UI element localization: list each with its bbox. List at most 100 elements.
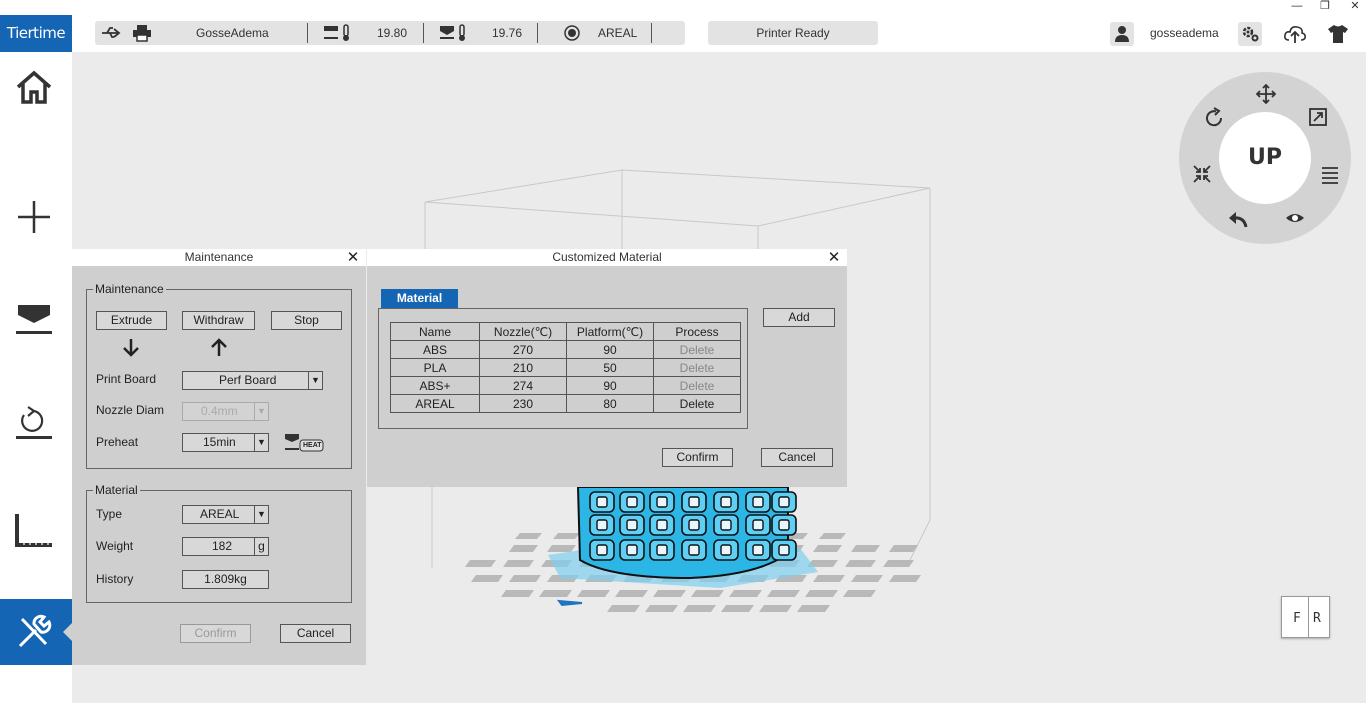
preheat-select[interactable]: 15min ▼	[182, 433, 269, 452]
print-board-select[interactable]: Perf Board ▼	[182, 371, 323, 390]
arrow-up-icon	[211, 338, 227, 356]
printer-status-badge: Printer Ready	[708, 21, 878, 45]
print-icon	[16, 305, 52, 334]
usb-icon[interactable]	[101, 24, 121, 42]
model-cell-hole	[626, 519, 638, 531]
view-cube-right[interactable]: R	[1313, 611, 1321, 626]
model-cell-hole	[596, 496, 608, 508]
sidebar-item-print[interactable]	[0, 286, 72, 352]
platform-tile	[721, 605, 754, 612]
platform-tile	[547, 545, 576, 552]
heat-button[interactable]: HEAT	[284, 433, 324, 453]
platform-temp-cell: 90	[566, 340, 654, 359]
restore-button[interactable]: ❐	[1310, 0, 1340, 15]
nozzle-diam-label: Nozzle Diam	[96, 403, 165, 417]
platform-tile	[515, 533, 542, 539]
up-center-button[interactable]: UP	[1219, 112, 1311, 204]
user-icon[interactable]	[1110, 22, 1134, 46]
shrink-icon[interactable]	[1190, 162, 1214, 186]
platform-tile	[653, 590, 686, 597]
platform-temp-value: 19.76	[492, 26, 523, 40]
platform-tile	[607, 605, 640, 612]
platform-temp-cell: 90	[566, 376, 654, 395]
move-icon[interactable]	[1254, 82, 1278, 106]
bottom-strip	[0, 703, 1366, 725]
view-cube-front[interactable]: F	[1293, 611, 1301, 626]
maintenance-cancel-button[interactable]: Cancel	[280, 624, 351, 643]
platform-temp-icon	[440, 24, 465, 41]
model-cell-hole	[656, 519, 668, 531]
column-nozzle-header: Nozzle(℃)	[479, 322, 567, 341]
platform-tile	[813, 575, 845, 582]
table-row[interactable]: ABS 270 90 Delete	[390, 340, 741, 359]
weight-input[interactable]: 182 g	[182, 537, 269, 556]
weight-value: 182	[212, 539, 233, 553]
nozzle-diam-value: 0.4mm	[201, 404, 238, 418]
sidebar-item-calibrate[interactable]	[0, 390, 72, 456]
add-material-button[interactable]: Add	[763, 308, 835, 327]
view-icon[interactable]	[1283, 206, 1307, 230]
platform-tile	[797, 605, 830, 612]
rotate-icon[interactable]	[1202, 106, 1226, 130]
print-board-value: Perf Board	[219, 373, 277, 387]
sidebar-item-home[interactable]	[0, 54, 72, 120]
customized-material-close-button[interactable]: ✕	[827, 249, 841, 266]
platform-tile	[889, 575, 921, 582]
material-confirm-button[interactable]: Confirm	[662, 448, 733, 467]
platform-tile	[883, 560, 914, 567]
platform-tile	[767, 590, 800, 597]
cloud-upload-icon[interactable]	[1283, 22, 1307, 46]
tshirt-icon[interactable]	[1326, 22, 1350, 46]
platform-tile	[691, 590, 724, 597]
model-cell-hole	[752, 519, 764, 531]
material-name-cell: ABS+	[390, 376, 480, 395]
left-sidebar	[0, 52, 72, 703]
material-cancel-button[interactable]: Cancel	[761, 448, 833, 467]
stop-button[interactable]: Stop	[271, 311, 342, 330]
model-cell-hole	[778, 496, 790, 508]
sidebar-item-measure[interactable]	[0, 497, 72, 563]
nozzle-temp-cell: 270	[479, 340, 567, 359]
model-cell-hole	[720, 544, 732, 556]
separator	[651, 23, 652, 43]
platform-tile	[503, 560, 534, 567]
menu-icon[interactable]	[1318, 162, 1342, 186]
platform-tile	[471, 575, 503, 582]
close-window-button[interactable]: ✕	[1340, 0, 1366, 15]
table-header-row: Name Nozzle(℃) Platform(℃) Process	[390, 322, 741, 341]
table-row[interactable]: ABS+ 274 90 Delete	[390, 376, 741, 395]
delete-link[interactable]: Delete	[653, 394, 741, 413]
platform-tile	[759, 605, 792, 612]
undo-icon[interactable]	[1226, 207, 1250, 231]
window-titlebar: — ❐ ✕	[0, 0, 1366, 15]
platform-tile	[509, 545, 538, 552]
minimize-button[interactable]: —	[1282, 0, 1312, 15]
brand-logo: Tiertime	[0, 15, 72, 52]
history-value: 1.809kg	[182, 570, 269, 589]
material-name-cell: ABS	[390, 340, 480, 359]
extrude-button[interactable]: Extrude	[96, 311, 167, 330]
maintenance-dialog-title: Maintenance	[72, 249, 366, 266]
sidebar-item-maintenance[interactable]	[0, 599, 72, 665]
view-cube[interactable]: F R	[1281, 596, 1330, 638]
printer-icon[interactable]	[132, 24, 152, 42]
material-name-cell: PLA	[390, 358, 480, 377]
scale-icon[interactable]	[1306, 105, 1330, 129]
platform-tile	[465, 560, 496, 567]
table-row[interactable]: PLA 210 50 Delete	[390, 358, 741, 377]
settings-icon[interactable]	[1238, 22, 1262, 46]
separator	[423, 23, 424, 43]
tab-material[interactable]: Material	[381, 289, 458, 308]
table-row[interactable]: AREAL 230 80 Delete	[390, 394, 741, 413]
type-label: Type	[96, 507, 123, 521]
maintenance-close-button[interactable]: ✕	[346, 249, 360, 266]
maintenance-confirm-button[interactable]: Confirm	[180, 624, 251, 643]
tools-icon	[18, 614, 52, 648]
material-type-select[interactable]: AREAL ▼	[182, 505, 269, 524]
weight-label: Weight	[96, 539, 134, 553]
calibrate-icon	[16, 406, 52, 439]
customized-material-title: Customized Material	[367, 249, 847, 266]
withdraw-button[interactable]: Withdraw	[182, 311, 255, 330]
platform-tile	[845, 560, 876, 567]
sidebar-item-add[interactable]	[0, 184, 72, 250]
